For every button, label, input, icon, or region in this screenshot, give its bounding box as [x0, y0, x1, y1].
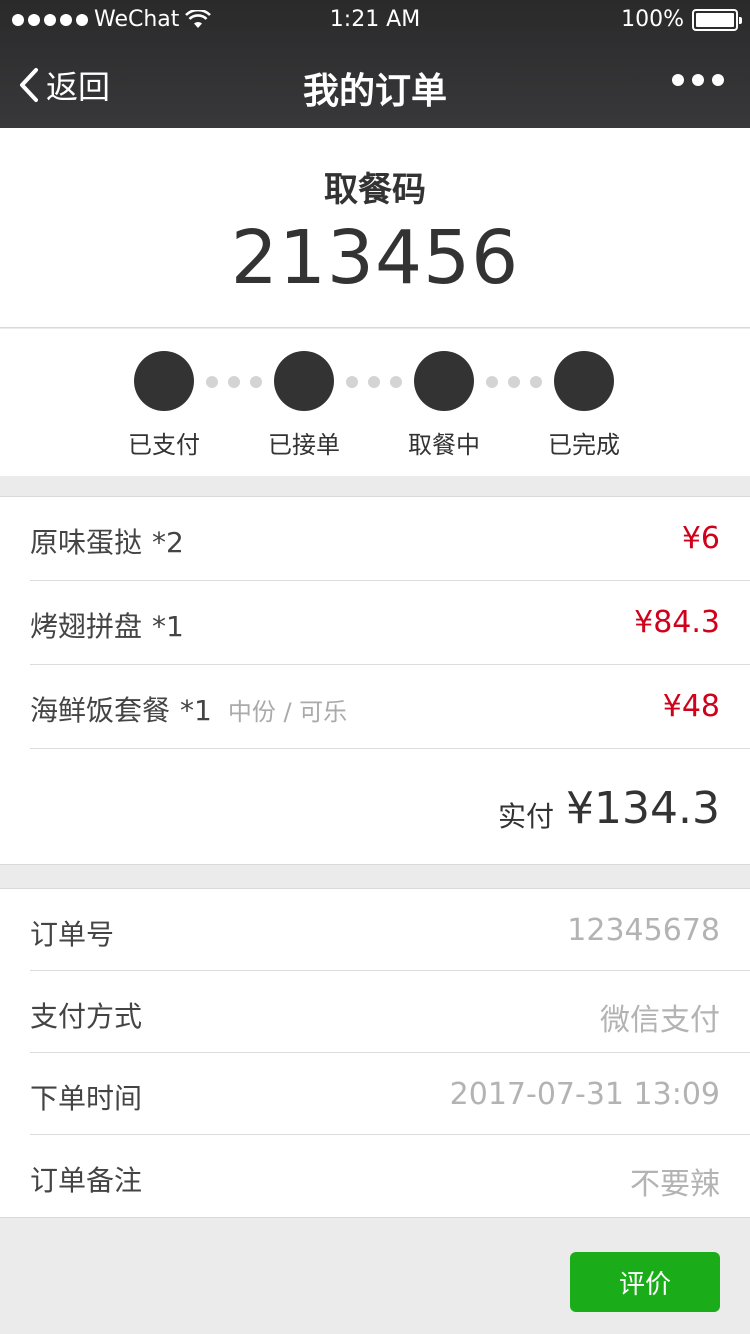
step-dot [554, 351, 614, 411]
battery-percent: 100% [621, 7, 684, 32]
step-label: 已完成 [548, 431, 620, 459]
total-label: 实付 [497, 800, 554, 833]
item-qty: *2 [152, 526, 184, 559]
page-title: 我的订单 [302, 71, 447, 112]
total-amount: ¥134.3 [566, 783, 720, 834]
step-dot [414, 351, 474, 411]
item-name-group: 烤翅拼盘 *1 [30, 605, 184, 645]
detail-value: 2017-07-31 13:09 [449, 1077, 720, 1112]
progress-step: 已接单 [244, 351, 364, 460]
detail-key: 订单备注 [30, 1164, 143, 1197]
step-label: 取餐中 [408, 431, 480, 459]
detail-row-payment-method: 支付方式 微信支付 [30, 971, 750, 1053]
detail-row-order-note: 订单备注 不要辣 [30, 1135, 750, 1217]
item-price: ¥6 [681, 521, 720, 556]
step-label: 已支付 [128, 431, 200, 459]
detail-value: 微信支付 [600, 1003, 720, 1038]
order-item-row: 烤翅拼盘 *1 ¥84.3 [30, 581, 750, 665]
order-progress: 已支付 已接单 取餐中 已完成 [0, 329, 750, 476]
item-name: 原味蛋挞 [30, 526, 143, 559]
battery-icon [692, 8, 742, 31]
order-details: 订单号 12345678 支付方式 微信支付 下单时间 2017-07-31 1… [0, 888, 750, 1218]
step-dot [134, 351, 194, 411]
detail-value: 不要辣 [630, 1167, 720, 1202]
item-name: 烤翅拼盘 [30, 610, 143, 643]
item-qty: *1 [180, 694, 212, 727]
item-name-group: 原味蛋挞 *2 [30, 521, 184, 561]
pickup-code-section: 取餐码 213456 [0, 128, 750, 328]
order-item-row: 海鲜饭套餐 *1 中份 / 可乐 ¥48 [30, 665, 750, 749]
order-items: 原味蛋挞 *2 ¥6 烤翅拼盘 *1 ¥84.3 海鲜饭套餐 *1 中份 / 可乐 ¥4… [0, 496, 750, 865]
item-name-group: 海鲜饭套餐 *1 中份 / 可乐 [30, 689, 347, 729]
pickup-code-label: 取餐码 [324, 170, 426, 210]
detail-row-order-number: 订单号 12345678 [30, 889, 750, 971]
item-price: ¥48 [662, 689, 720, 724]
top-bar: WeChat 1:21 AM 100% 返回 我的订单 [0, 0, 750, 128]
detail-key: 订单号 [30, 918, 115, 951]
progress-step: 已支付 [104, 351, 224, 460]
step-label: 已接单 [268, 431, 340, 459]
order-item-row: 原味蛋挞 *2 ¥6 [30, 497, 750, 581]
status-bar: WeChat 1:21 AM 100% [0, 0, 750, 40]
progress-step: 取餐中 [384, 351, 504, 460]
battery-status: 100% [621, 7, 742, 32]
step-dot [274, 351, 334, 411]
item-price: ¥84.3 [634, 605, 720, 640]
detail-key: 下单时间 [30, 1082, 143, 1115]
rate-button[interactable]: 评价 [570, 1252, 720, 1312]
order-total: 实付 ¥134.3 [0, 749, 750, 866]
item-qty: *1 [152, 610, 184, 643]
detail-value: 12345678 [567, 913, 720, 948]
detail-key: 支付方式 [30, 1000, 143, 1033]
more-menu-button[interactable] [672, 74, 724, 86]
item-name: 海鲜饭套餐 [30, 694, 171, 727]
pickup-code-value: 213456 [230, 215, 520, 301]
nav-bar: 返回 我的订单 [0, 40, 750, 128]
item-options: 中份 / 可乐 [227, 698, 348, 726]
detail-row-order-time: 下单时间 2017-07-31 13:09 [30, 1053, 750, 1135]
progress-step: 已完成 [524, 351, 644, 460]
